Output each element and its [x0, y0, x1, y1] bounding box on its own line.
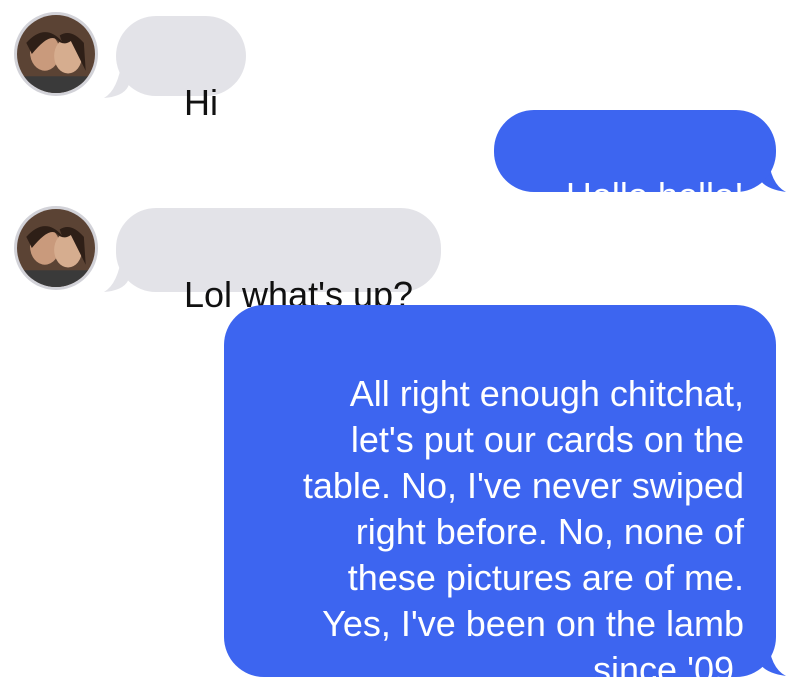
incoming-message[interactable]: Lol what's up? — [116, 208, 442, 315]
message-thread: Hi Hello hello! Lol what's up? All right… — [0, 0, 800, 682]
outgoing-message[interactable]: Hello hello! — [493, 110, 776, 216]
avatar-photo-icon — [17, 15, 95, 93]
message-text: Hi — [184, 82, 219, 123]
message-text: Hello hello! — [565, 175, 744, 216]
outgoing-message[interactable]: All right enough chitchat, let's put our… — [224, 305, 776, 682]
contact-avatar[interactable] — [14, 206, 98, 290]
message-text: All right enough chitchat, let's put our… — [302, 373, 744, 682]
contact-avatar[interactable] — [14, 12, 98, 96]
avatar-photo-icon — [17, 209, 95, 287]
incoming-message[interactable]: Hi — [116, 16, 247, 123]
